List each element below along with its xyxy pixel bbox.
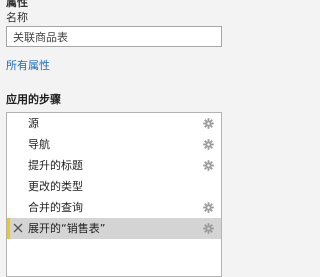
step-label: 展开的“销售表” (28, 222, 106, 235)
step-changed-type[interactable]: 更改的类型 (7, 176, 221, 197)
name-label: 名称 (6, 11, 28, 24)
step-label: 导航 (28, 138, 50, 151)
step-promoted-headers[interactable]: 提升的标题 (7, 155, 221, 176)
step-expanded-sales-table[interactable]: 展开的“销售表” (7, 218, 221, 239)
applied-steps-list: 源 导航 提升的标题 更改的类型 合并的查询 展开的“销售表” (6, 112, 222, 277)
name-input[interactable] (6, 26, 222, 47)
all-properties-link[interactable]: 所有属性 (6, 57, 50, 73)
gear-icon[interactable] (203, 202, 214, 213)
close-icon[interactable] (13, 223, 23, 233)
gear-icon[interactable] (203, 139, 214, 150)
step-label: 合并的查询 (28, 201, 83, 214)
step-navigation[interactable]: 导航 (7, 134, 221, 155)
step-label: 源 (28, 117, 39, 130)
gear-icon[interactable] (203, 223, 214, 234)
applied-steps-title: 应用的步骤 (6, 93, 61, 106)
gear-icon[interactable] (203, 160, 214, 171)
gear-icon[interactable] (203, 118, 214, 129)
step-label: 更改的类型 (28, 180, 83, 193)
step-merged-queries[interactable]: 合并的查询 (7, 197, 221, 218)
step-label: 提升的标题 (28, 159, 83, 172)
step-source[interactable]: 源 (7, 113, 221, 134)
